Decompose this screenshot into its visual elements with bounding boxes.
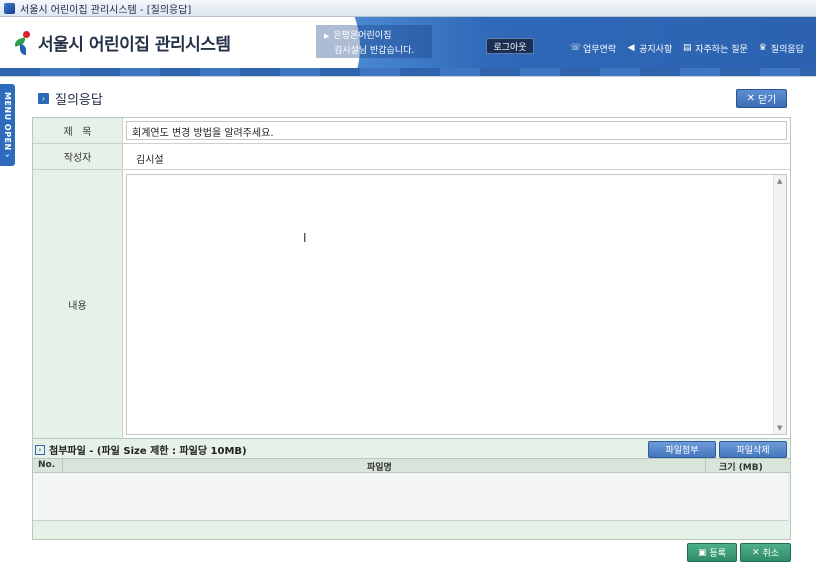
text-cursor-icon: I — [303, 231, 307, 245]
qna-form: 제 목 회계연도 변경 방법을 알려주세요. 작성자 김시설 내용 I ▲ ▼ — [32, 117, 791, 439]
delete-file-button[interactable]: 파일삭제 — [719, 441, 787, 458]
title-input[interactable]: 회계연도 변경 방법을 알려주세요. — [126, 121, 787, 140]
scroll-down-icon[interactable]: ▼ — [777, 424, 782, 432]
submit-button[interactable]: ▣ 등록 — [687, 543, 737, 562]
author-row: 작성자 김시설 — [33, 144, 790, 170]
title-label: 제 목 — [33, 118, 123, 143]
submit-label: 등록 — [709, 549, 727, 559]
contact-icon: ☏ — [570, 43, 582, 53]
logo-text: 서울시 어린이집 관리시스템 — [38, 35, 231, 55]
document-icon: ▤ — [682, 43, 692, 53]
content-label: 내용 — [33, 170, 123, 438]
attach-file-button[interactable]: 파일첨부 — [648, 441, 716, 458]
attachments-title: › 첨부파일 - (파일 Size 제한 : 파일당 10MB) — [35, 442, 247, 457]
close-icon: ✕ — [746, 93, 755, 104]
content-textarea[interactable]: I ▲ ▼ — [126, 174, 787, 435]
content-row: 내용 I ▲ ▼ — [33, 170, 790, 438]
close-label: 닫기 — [757, 95, 777, 106]
nav-item-faq[interactable]: ▤ 자주하는 질문 — [682, 42, 748, 56]
chevron-right-icon: › — [35, 444, 45, 455]
page-title-text: 질의응답 — [55, 93, 103, 108]
column-filename: 파일명 — [367, 463, 392, 473]
file-table-body — [33, 473, 788, 521]
arrow-right-icon: ▶ — [324, 32, 330, 40]
author-label: 작성자 — [33, 144, 123, 169]
nav-label: 자주하는 질문 — [695, 45, 748, 55]
user-info: ▶ 은평온어린이집 김시설님 반갑습니다. — [316, 25, 432, 58]
column-size: 크기 (MB) — [719, 463, 763, 473]
close-button[interactable]: ✕ 닫기 — [736, 89, 787, 108]
cancel-button[interactable]: ✕ 취소 — [740, 543, 791, 562]
nav-item-contact[interactable]: ☏ 업무연락 — [570, 42, 617, 56]
file-table-header: No. 파일명 크기 (MB) — [33, 458, 790, 473]
qna-icon: ♛ — [758, 43, 767, 53]
seoul-logo-icon — [12, 30, 34, 55]
title-row: 제 목 회계연도 변경 방법을 알려주세요. — [33, 118, 790, 144]
window-titlebar: 서울시 어린이집 관리시스템 - [질의응답] — [0, 0, 816, 17]
nav-item-qna[interactable]: ♛ 질의응답 — [758, 42, 804, 56]
column-no: No. — [38, 460, 56, 470]
content-scrollbar[interactable]: ▲ ▼ — [773, 175, 786, 434]
logout-button[interactable]: 로그아웃 — [486, 38, 534, 54]
top-nav: ☏ 업무연락 ◀ 공지사항 ▤ 자주하는 질문 ♛ 질의응답 — [570, 42, 804, 56]
scroll-up-icon[interactable]: ▲ — [777, 177, 782, 185]
header-stripe — [0, 68, 816, 77]
attachments-section: › 첨부파일 - (파일 Size 제한 : 파일당 10MB) 파일첨부 파일… — [32, 439, 791, 540]
facility-name: 은평온어린이집 — [333, 31, 392, 41]
window-title: 서울시 어린이집 관리시스템 - [질의응답] — [20, 4, 192, 16]
greeting-text: 김시설님 반갑습니다. — [334, 46, 415, 56]
app-icon — [4, 2, 15, 14]
attachments-title-text: 첨부파일 - (파일 Size 제한 : 파일당 10MB) — [49, 446, 247, 457]
cancel-label: 취소 — [762, 549, 780, 559]
chevron-right-icon: › — [38, 93, 49, 104]
nav-label: 질의응답 — [770, 45, 804, 55]
page-title: › 질의응답 — [38, 89, 103, 108]
speaker-icon: ◀ — [627, 43, 635, 53]
nav-label: 공지사항 — [639, 45, 673, 55]
nav-item-notice[interactable]: ◀ 공지사항 — [626, 42, 673, 56]
save-icon: ▣ — [697, 547, 707, 558]
logo[interactable]: 서울시 어린이집 관리시스템 — [12, 30, 231, 55]
close-icon: ✕ — [751, 547, 760, 558]
nav-label: 업무연락 — [583, 45, 617, 55]
app-header: 서울시 어린이집 관리시스템 ▶ 은평온어린이집 김시설님 반갑습니다. 로그아웃… — [0, 17, 816, 68]
menu-open-tab[interactable]: MENU OPEN › — [0, 84, 15, 166]
author-value: 김시설 — [136, 155, 164, 166]
